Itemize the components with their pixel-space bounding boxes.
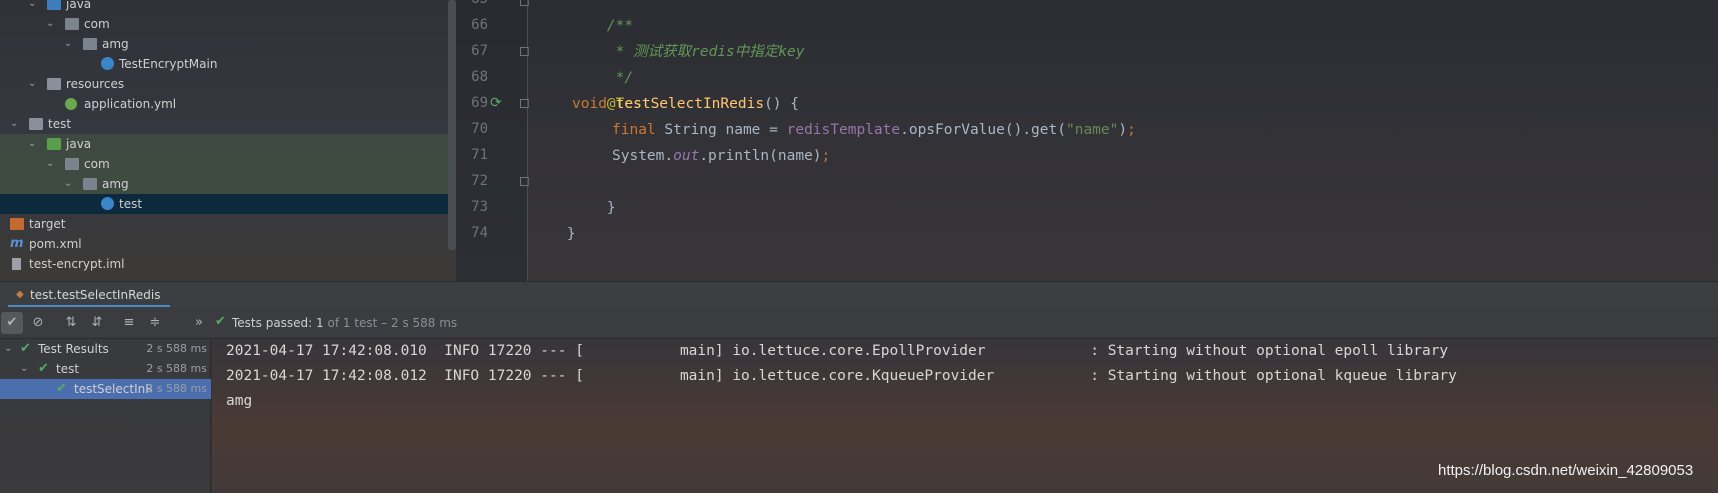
run-tab-bar: ◆ test.testSelectInRedis	[0, 281, 1718, 308]
folder-icon	[47, 0, 61, 10]
result-item-test-results[interactable]: ⌄ ✔ Test Results 2 s 588 ms	[0, 339, 211, 359]
test-folder-icon	[47, 138, 61, 150]
line-number: 69	[471, 95, 488, 111]
tree-item-testencryptmain[interactable]: TestEncryptMain	[0, 54, 448, 74]
code-line-67: */	[606, 70, 634, 86]
tree-item-test-java[interactable]: ⌄ java	[0, 134, 448, 154]
editor-gutter: 65 66 67 68 69 70 71 72 73 74	[456, 0, 529, 281]
code-line-66: * 测试获取redis中指定key	[606, 44, 805, 60]
run-test-icon[interactable]: ⟳	[490, 95, 506, 111]
show-ignored-icon[interactable]: ⊘	[27, 312, 49, 334]
code-line-73: }	[566, 226, 576, 242]
package-icon	[65, 18, 79, 30]
tree-item-test-com[interactable]: ⌄ com	[0, 154, 448, 174]
test-class-icon	[101, 197, 114, 210]
chevron-down-icon[interactable]: ⌄	[28, 0, 40, 14]
line-number: 70	[471, 121, 488, 137]
code-editor[interactable]: /** * 测试获取redis中指定key */ @Test void test…	[528, 0, 1718, 281]
chevron-down-icon[interactable]: ⌄	[20, 359, 28, 379]
chevron-down-icon[interactable]: ⌄	[64, 34, 76, 54]
check-icon: ✔	[56, 381, 67, 396]
run-toolbar: ✔ ⊘ ⇅ ⇵ ≡ ≑ » ✔ Tests passed: 1 of 1 tes…	[0, 307, 1718, 339]
resources-folder-icon	[47, 78, 61, 90]
maven-icon: m	[10, 236, 24, 251]
excluded-folder-icon	[10, 218, 24, 230]
tab-run-config[interactable]: ◆ test.testSelectInRedis	[8, 282, 171, 308]
code-line-71: System.out.println(name);	[612, 148, 831, 164]
line-number: 68	[471, 69, 488, 85]
tree-item-pom-xml[interactable]: m pom.xml	[0, 234, 448, 254]
tree-item-test-amg[interactable]: ⌄ amg	[0, 174, 448, 194]
code-line-70: final String name = redisTemplate.opsFor…	[612, 122, 1136, 138]
tab-label: test.testSelectInRedis	[30, 288, 161, 302]
code-line-72: }	[606, 200, 616, 216]
line-number: 67	[471, 43, 488, 59]
project-tree-panel: ⌄ java ⌄ com ⌄ amg TestEncryptMain ⌄ res…	[0, 0, 456, 281]
test-status-text: Tests passed: 1 of 1 test – 2 s 588 ms	[232, 316, 458, 330]
sort-by-duration-icon[interactable]: ⇵	[86, 312, 108, 334]
tree-item-com[interactable]: ⌄ com	[0, 14, 448, 34]
package-icon	[83, 38, 97, 50]
chevron-down-icon[interactable]: ⌄	[46, 14, 58, 34]
expand-all-icon[interactable]: ≡	[118, 312, 140, 334]
tree-item-iml[interactable]: test-encrypt.iml	[0, 254, 448, 274]
console-line: amg	[226, 393, 253, 409]
code-line-65: /**	[606, 18, 634, 34]
code-line-68: @Test	[606, 96, 651, 112]
line-number: 73	[471, 199, 488, 215]
run-config-icon: ◆	[16, 289, 24, 300]
tree-item-resources[interactable]: ⌄ resources	[0, 74, 448, 94]
console-line: 2021-04-17 17:42:08.012 INFO 17220 --- […	[226, 368, 1457, 384]
package-icon	[83, 178, 97, 190]
line-number: 65	[456, 0, 488, 7]
chevron-down-icon[interactable]: ⌄	[28, 134, 40, 154]
watermark: https://blog.csdn.net/weixin_42809053	[1438, 462, 1694, 479]
tree-item-java[interactable]: ⌄ java	[0, 0, 448, 14]
chevron-down-icon[interactable]: ⌄	[64, 174, 76, 194]
chevron-down-icon[interactable]: ⌄	[28, 74, 40, 94]
tree-item-test[interactable]: ⌄ test	[0, 114, 448, 134]
folder-icon	[29, 118, 43, 130]
chevron-down-icon[interactable]: ⌄	[4, 339, 12, 359]
line-number: 72	[471, 173, 488, 189]
collapse-all-icon[interactable]: ≑	[144, 312, 166, 334]
tree-item-test-class[interactable]: test	[0, 194, 448, 214]
tree-item-amg[interactable]: ⌄ amg	[0, 34, 448, 54]
check-icon: ✔	[38, 361, 49, 376]
check-icon: ✔	[20, 341, 31, 356]
tree-item-target[interactable]: target	[0, 214, 448, 234]
chevron-down-icon[interactable]: ⌄	[10, 114, 22, 134]
yml-file-icon	[65, 98, 77, 110]
iml-file-icon	[12, 258, 21, 270]
chevron-down-icon[interactable]: ⌄	[46, 154, 58, 174]
tree-scrollbar[interactable]	[448, 0, 456, 250]
tree-item-application-yml[interactable]: application.yml	[0, 94, 448, 114]
test-results-tree: ⌄ ✔ Test Results 2 s 588 ms ⌄ ✔ test 2 s…	[0, 339, 211, 493]
show-passed-icon[interactable]: ✔	[1, 312, 23, 334]
console-line: 2021-04-17 17:42:08.010 INFO 17220 --- […	[226, 343, 1449, 359]
sort-alphabetically-icon[interactable]: ⇅	[60, 312, 82, 334]
line-number: 74	[471, 225, 488, 241]
package-icon	[65, 158, 79, 170]
check-icon: ✔	[215, 314, 226, 329]
result-item-testselectinredis[interactable]: ✔ testSelectInRedis 2 s 588 ms	[0, 379, 211, 399]
result-item-test[interactable]: ⌄ ✔ test 2 s 588 ms	[0, 359, 211, 379]
code-line-69: void testSelectInRedis() {	[572, 96, 799, 112]
more-actions-icon[interactable]: »	[188, 312, 210, 334]
class-icon	[101, 57, 114, 70]
line-number: 71	[471, 147, 488, 163]
line-number: 66	[471, 17, 488, 33]
